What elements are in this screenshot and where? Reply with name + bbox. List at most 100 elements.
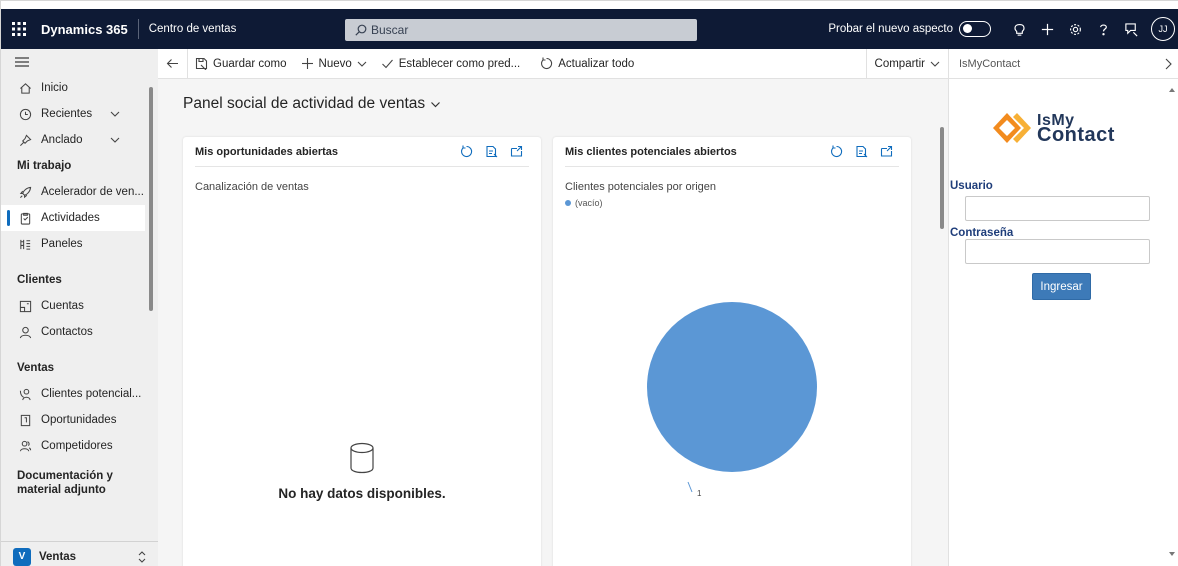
area-badge: V: [13, 547, 31, 566]
top-bar: Dynamics 365 Centro de ventas Buscar Pro…: [1, 9, 1178, 49]
app-launcher-icon[interactable]: [1, 9, 37, 49]
share-label: Compartir: [874, 58, 925, 70]
refresh-all-button[interactable]: Actualizar todo: [533, 49, 641, 79]
pin-icon: [17, 132, 33, 148]
app-name[interactable]: Centro de ventas: [139, 23, 247, 35]
gear-icon[interactable]: [1061, 9, 1089, 49]
password-label: Contraseña: [950, 227, 1014, 239]
chevron-right-icon[interactable]: [1163, 58, 1173, 70]
save-as-button[interactable]: Guardar como: [188, 49, 294, 79]
chevron-down-icon[interactable]: [109, 108, 121, 120]
main-scrollbar[interactable]: [940, 127, 944, 229]
home-icon: [17, 80, 33, 96]
set-default-label: Establecer como pred...: [398, 57, 521, 70]
nav-group-title: Mi trabajo: [17, 160, 72, 172]
login-button[interactable]: Ingresar: [1032, 273, 1091, 300]
dashboard-selector[interactable]: Panel social de actividad de ventas: [183, 95, 441, 113]
pie-data-label: 1: [697, 489, 702, 498]
new-button[interactable]: Nuevo: [294, 49, 374, 79]
sidebar-item-anclado[interactable]: Anclado: [1, 127, 158, 153]
sidebar-item-clientes-potenciales[interactable]: Clientes potencial...: [1, 381, 158, 407]
pie-leader-line: [687, 481, 693, 493]
opportunities-card: Mis oportunidades abiertas Canalización …: [183, 137, 541, 566]
chart-title: Canalización de ventas: [195, 181, 309, 193]
search-box[interactable]: Buscar: [345, 19, 697, 41]
feedback-icon[interactable]: [1117, 9, 1145, 49]
back-button[interactable]: [158, 48, 188, 79]
sidebar-item-inicio[interactable]: Inicio: [1, 75, 158, 101]
share-button[interactable]: Compartir: [865, 49, 948, 79]
logo-text: IsMy Contact: [1037, 113, 1115, 146]
card-header: Mis clientes potenciales abiertos: [565, 137, 899, 167]
card-header: Mis oportunidades abiertas: [195, 137, 529, 167]
side-pane-title: IsMyContact: [959, 57, 1021, 70]
checkmark-icon: [381, 59, 393, 69]
refresh-all-label: Actualizar todo: [558, 57, 635, 70]
sidebar-item-contactos[interactable]: Contactos: [1, 319, 158, 345]
pie-slice[interactable]: [647, 302, 817, 472]
sidebar-item-cuentas[interactable]: Cuentas: [1, 293, 158, 319]
expand-icon[interactable]: [510, 145, 523, 158]
sidebar-item-acelerador[interactable]: Acelerador de ven...: [1, 179, 158, 205]
lightbulb-icon[interactable]: [1005, 9, 1033, 49]
page-title: Panel social de actividad de ventas: [183, 95, 426, 112]
user-label: Usuario: [950, 180, 993, 192]
command-bar: Guardar como Nuevo Establecer como pred.…: [158, 48, 948, 79]
view-records-icon[interactable]: [485, 145, 498, 158]
database-icon: [350, 442, 374, 474]
sidebar-item-label: Oportunidades: [41, 414, 117, 426]
chevron-down-icon: [357, 61, 367, 67]
sidebar-item-label: Cuentas: [41, 300, 84, 312]
sidebar-item-label: Paneles: [41, 238, 83, 250]
brand-title[interactable]: Dynamics 365: [37, 22, 138, 37]
sidebar-item-recientes[interactable]: Recientes: [1, 101, 158, 127]
people-icon: [17, 438, 33, 454]
ismycontact-logo: IsMy Contact: [993, 111, 1115, 145]
set-default-button[interactable]: Establecer como pred...: [374, 49, 527, 79]
pie-chart: 1: [647, 302, 817, 498]
plus-icon[interactable]: [1033, 9, 1061, 49]
area-switcher[interactable]: V Ventas: [1, 541, 158, 566]
area-label: Ventas: [39, 550, 77, 563]
new-label: Nuevo: [318, 57, 352, 70]
expand-icon[interactable]: [880, 145, 893, 158]
scroll-up-icon[interactable]: [1169, 87, 1175, 93]
sidebar: Inicio Recientes Anclado Mi trabajo Acel…: [1, 49, 158, 566]
leads-card: Mis clientes potenciales abiertos Client…: [553, 137, 911, 566]
refresh-icon[interactable]: [460, 145, 473, 158]
scroll-down-icon[interactable]: [1169, 551, 1175, 557]
help-icon[interactable]: [1089, 9, 1117, 49]
sidebar-scrollbar[interactable]: [149, 87, 153, 311]
sidebar-item-paneles[interactable]: Paneles: [1, 231, 158, 257]
sidebar-item-label: Actividades: [41, 212, 100, 224]
sidebar-item-label: Contactos: [41, 326, 93, 338]
try-new-look-label: Probar el nuevo aspecto: [828, 23, 953, 35]
new-look-toggle[interactable]: [959, 21, 991, 37]
building-icon: [17, 298, 33, 314]
hamburger-icon[interactable]: [1, 49, 158, 75]
sidebar-item-label: Acelerador de ven...: [41, 186, 144, 198]
save-as-label: Guardar como: [213, 57, 287, 70]
app-frame: Dynamics 365 Centro de ventas Buscar Pro…: [0, 0, 1178, 566]
phone-person-icon: [17, 386, 33, 402]
save-as-icon: [195, 57, 208, 70]
side-pane-header: IsMyContact: [949, 49, 1178, 79]
sidebar-item-actividades[interactable]: Actividades: [1, 205, 145, 231]
chart-legend[interactable]: (vacío): [565, 198, 911, 208]
view-records-icon[interactable]: [855, 145, 868, 158]
legend-label: (vacío): [575, 198, 603, 208]
refresh-icon[interactable]: [830, 145, 843, 158]
clock-icon: [17, 106, 33, 122]
chevron-down-icon[interactable]: [109, 134, 121, 146]
sidebar-item-oportunidades[interactable]: Oportunidades: [1, 407, 158, 433]
user-input[interactable]: [965, 196, 1150, 221]
sidebar-item-competidores[interactable]: Competidores: [1, 433, 158, 459]
avatar[interactable]: JJ: [1151, 17, 1175, 41]
card-title: Mis oportunidades abiertas: [195, 145, 339, 158]
empty-state: No hay datos disponibles.: [183, 442, 541, 501]
password-input[interactable]: [965, 239, 1150, 264]
clipboard-icon: [17, 210, 33, 226]
nav-group-title: Clientes: [17, 274, 62, 286]
